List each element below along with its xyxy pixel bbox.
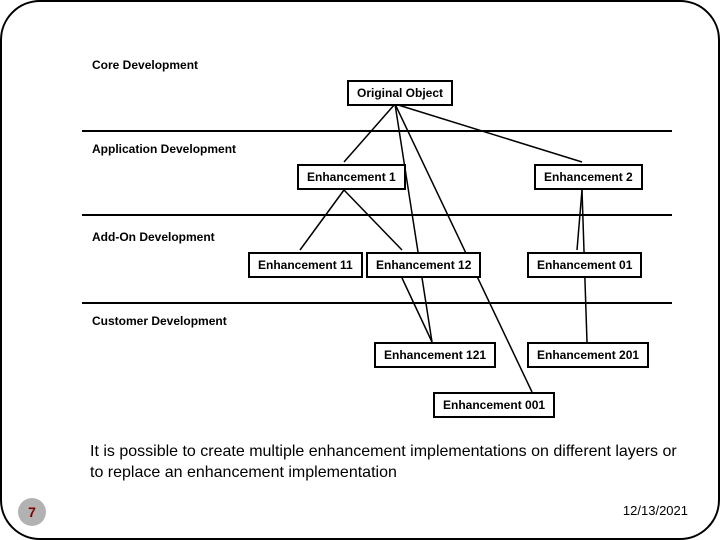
slide-date: 12/13/2021 [623,503,688,518]
enhancement-1-box: Enhancement 1 [297,164,406,190]
enhancement-2-box: Enhancement 2 [534,164,643,190]
slide-caption: It is possible to create multiple enhanc… [90,442,678,484]
layer-core-label: Core Development [92,58,198,72]
diagram: Core Development Original Object Applica… [82,42,672,437]
enhancement-01-box: Enhancement 01 [527,252,642,278]
layer-application-label: Application Development [92,142,236,156]
divider-1 [82,130,672,132]
enhancement-001-box: Enhancement 001 [433,392,555,418]
enhancement-12-box: Enhancement 12 [366,252,481,278]
page-number: 7 [18,498,46,526]
divider-3 [82,302,672,304]
layer-addon-label: Add-On Development [92,230,215,244]
layer-customer-label: Customer Development [92,314,227,328]
slide: Core Development Original Object Applica… [0,0,720,540]
original-object-box: Original Object [347,80,453,106]
enhancement-11-box: Enhancement 11 [248,252,363,278]
divider-2 [82,214,672,216]
enhancement-201-box: Enhancement 201 [527,342,649,368]
enhancement-121-box: Enhancement 121 [374,342,496,368]
